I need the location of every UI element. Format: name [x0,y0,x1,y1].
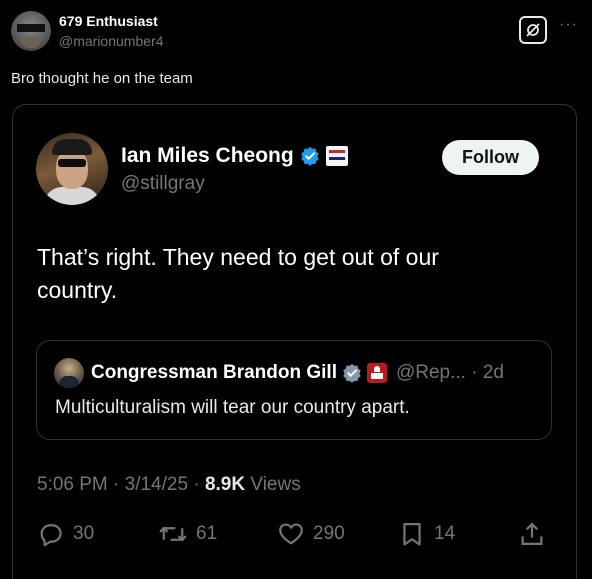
reply-button[interactable]: 30 [37,520,94,548]
quoted-post-text: Multiculturalism will tear our country a… [55,397,410,418]
outer-author-name[interactable]: 679 Enthusiast [59,13,158,29]
more-options-icon[interactable]: ··· [559,16,578,34]
quoted-author-name: Congressman Brandon Gill [91,362,337,383]
reply-icon [40,524,62,547]
post-meta: 5:06 PM · 3/14/25 · 8.9K Views [37,474,301,496]
repost-count: 61 [196,523,218,544]
reply-count: 30 [73,523,95,544]
quoted-post-card[interactable] [36,340,552,440]
verified-grey-badge-icon [343,363,361,383]
grok-icon [526,23,540,37]
repost-icon [159,526,187,542]
embedded-author-name-row[interactable]: Ian Miles Cheong [121,144,348,168]
embedded-post-text: That’s right. They need to get out of ou… [37,244,439,303]
views-count: 8.9K [204,474,246,495]
repost-button[interactable]: 61 [158,520,217,548]
embedded-author-handle[interactable]: @stillgray [121,173,205,195]
outer-author-handle[interactable]: @marionumber4 [59,33,163,49]
embedded-author-name[interactable]: Ian Miles Cheong [121,144,294,168]
quoted-handle-date: @Rep... · 2d [395,362,504,383]
capitol-affiliation-icon [366,363,387,383]
like-button[interactable]: 290 [277,520,345,548]
follow-button[interactable]: Follow [442,140,539,175]
quoted-author-row: Congressman Brandon Gill @Rep... · 2d [91,362,504,384]
embedded-author-avatar[interactable] [36,133,108,205]
bookmark-count: 14 [434,523,456,544]
share-icon [521,522,543,546]
affiliate-flag-icon [325,146,348,166]
quoted-author-avatar [54,358,84,388]
share-button[interactable] [518,520,546,548]
outer-author-avatar[interactable] [11,11,51,51]
verified-badge-icon [300,146,319,166]
bookmark-button[interactable]: 14 [398,520,455,548]
like-count: 290 [313,523,345,544]
views-label: Views [250,474,301,495]
outer-post-text: Bro thought he on the team [11,70,193,87]
post-timestamp[interactable]: 5:06 PM · 3/14/25 · [37,474,200,495]
bookmark-icon [403,522,421,546]
heart-icon [279,523,303,545]
grok-button[interactable] [519,16,547,44]
